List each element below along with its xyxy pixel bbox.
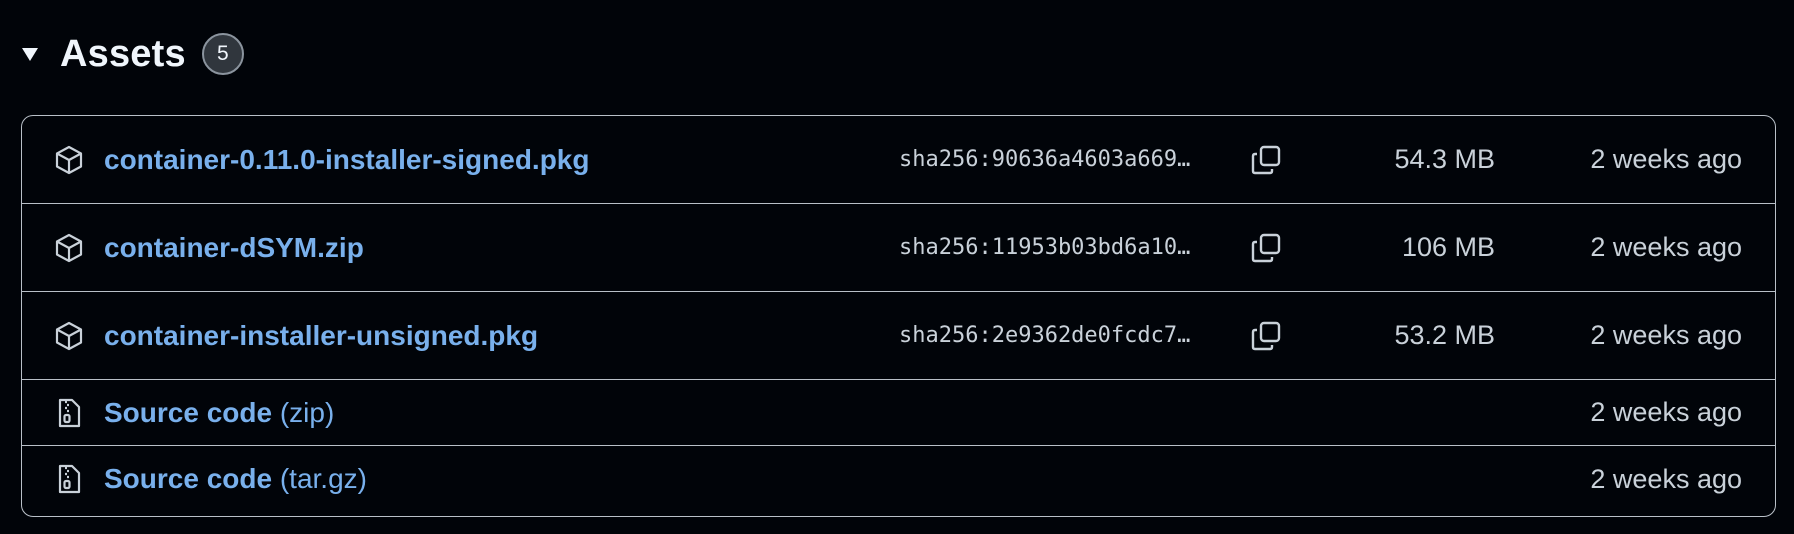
asset-date: 2 weeks ago: [1590, 232, 1742, 262]
source-code-label: Source code: [104, 396, 273, 428]
asset-sha: sha256:2e9362de0fcdc7…: [899, 323, 1191, 348]
assets-list: container-0.11.0-installer-signed.pkg sh…: [21, 115, 1776, 517]
asset-row: container-installer-unsigned.pkg sha256:…: [22, 292, 1775, 380]
copy-icon[interactable]: [1246, 228, 1286, 268]
asset-link[interactable]: container-0.11.0-installer-signed.pkg: [104, 144, 589, 176]
file-zip-icon: [54, 464, 84, 494]
asset-sha: sha256:11953b03bd6a10…: [899, 235, 1191, 260]
package-icon: [54, 233, 84, 263]
source-code-format: (zip): [279, 396, 335, 428]
asset-date: 2 weeks ago: [1590, 320, 1742, 350]
copy-icon[interactable]: [1246, 140, 1286, 180]
source-row: Source code (zip) 2 weeks ago: [22, 380, 1775, 446]
assets-header: Assets 5: [20, 28, 244, 80]
source-date: 2 weeks ago: [1590, 463, 1742, 494]
triangle-down-icon[interactable]: [20, 44, 40, 64]
package-icon: [54, 145, 84, 175]
asset-link[interactable]: container-dSYM.zip: [104, 232, 364, 264]
asset-row: container-0.11.0-installer-signed.pkg sh…: [22, 116, 1775, 204]
source-row: Source code (tar.gz) 2 weeks ago: [22, 446, 1775, 512]
source-code-label: Source code: [104, 463, 273, 494]
assets-count-badge: 5: [201, 33, 244, 75]
source-code-link[interactable]: Source code (zip): [104, 397, 334, 429]
asset-size: 53.2 MB: [1394, 320, 1495, 350]
assets-title: Assets: [60, 32, 186, 75]
package-icon: [54, 321, 84, 351]
asset-date: 2 weeks ago: [1590, 144, 1742, 174]
file-zip-icon: [54, 398, 84, 428]
asset-size: 106 MB: [1401, 232, 1495, 262]
asset-row: container-dSYM.zip sha256:11953b03bd6a10…: [22, 204, 1775, 292]
source-code-format: (tar.gz): [279, 463, 367, 494]
asset-size: 54.3 MB: [1394, 144, 1495, 174]
source-date: 2 weeks ago: [1590, 397, 1742, 427]
asset-sha: sha256:90636a4603a669…: [899, 147, 1191, 172]
asset-link[interactable]: container-installer-unsigned.pkg: [104, 320, 538, 352]
copy-icon[interactable]: [1246, 316, 1286, 356]
source-code-link[interactable]: Source code (tar.gz): [104, 463, 367, 495]
